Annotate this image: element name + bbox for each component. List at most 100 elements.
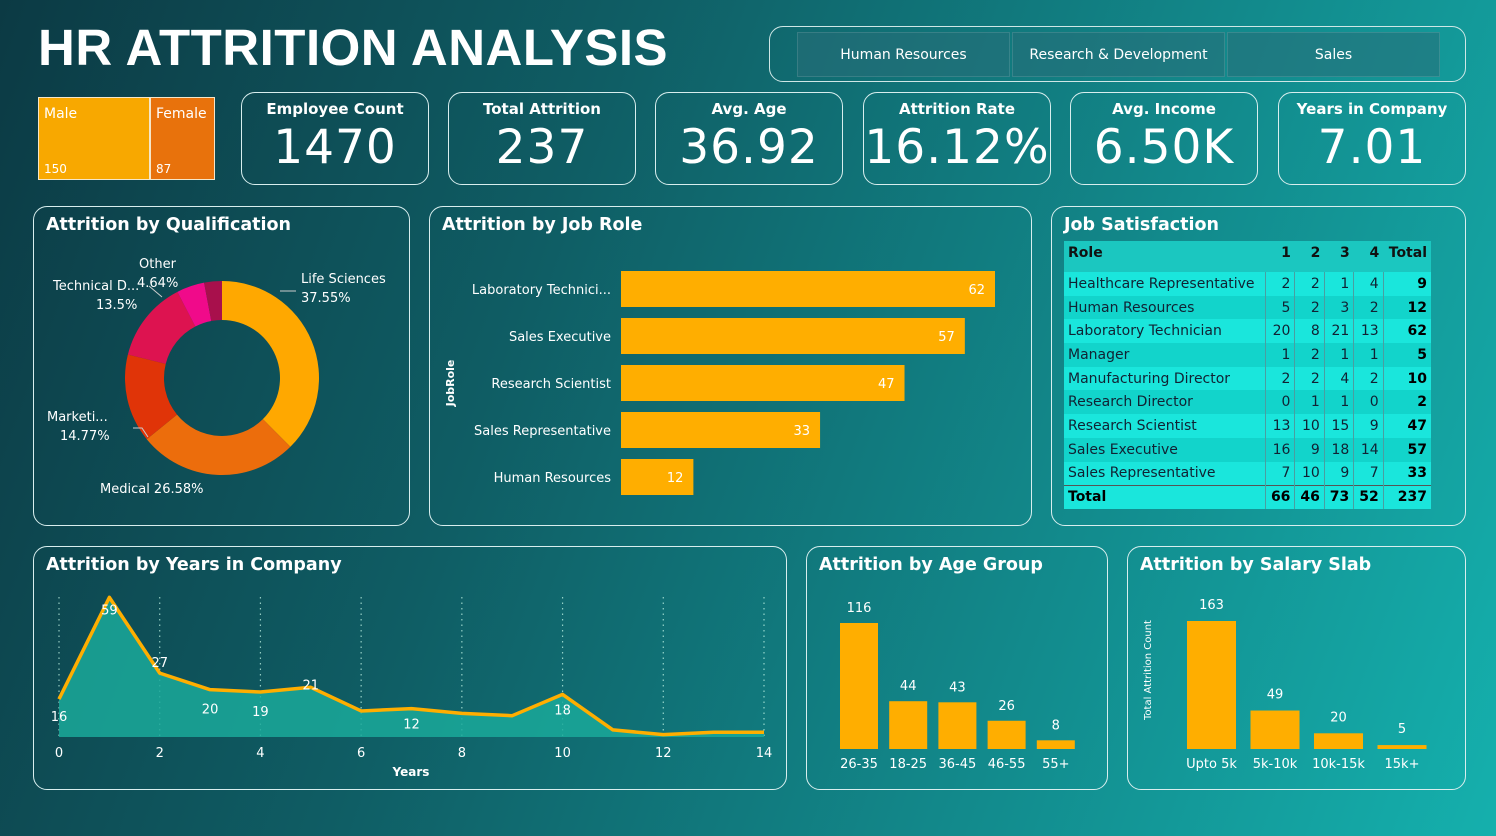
col-header-2[interactable]: 2 [1294,241,1325,272]
col-header-total[interactable]: Total [1383,241,1431,272]
kpi-card-avg-age: Avg. Age 36.92 [655,92,843,185]
job-satisfaction-title: Job Satisfaction [1064,215,1219,235]
salary-value-label: 49 [1267,688,1284,703]
job-role-bar-chart: JobRole Laboratory Technici... 62 Sales Ex… [444,271,995,495]
table-cell-role: Sales Executive [1064,437,1266,462]
table-cell-total: 9 [1382,272,1431,296]
table-cell: 4 [1353,272,1384,296]
table-total-cell: 237 [1382,484,1431,509]
job-role-bar[interactable] [621,271,995,307]
table-cell: 10 [1294,461,1325,486]
table-row: Human Resources 5 2 3 2 12 [1064,295,1431,320]
years-value-label: 16 [51,710,68,725]
col-header-4[interactable]: 4 [1353,241,1384,272]
salary-value-label: 5 [1398,722,1406,737]
salary-axis-label: Total Attrition Count [1143,620,1154,721]
table-row: Sales Executive 16 9 18 14 57 [1064,437,1431,462]
years-xtick-label: 6 [357,746,365,761]
table-cell: 18 [1323,437,1354,462]
gender-tile-male[interactable]: Male 150 [38,97,150,180]
age-group-bar[interactable] [1036,740,1075,749]
kpi-label: Employee Count [266,100,404,118]
table-cell: 9 [1323,461,1354,486]
years-value-label: 12 [403,718,420,733]
table-cell: 7 [1353,461,1384,486]
table-cell: 0 [1353,390,1384,415]
table-cell: 9 [1294,437,1325,462]
age-group-tick-label: 46-55 [988,757,1026,772]
table-cell: 13 [1353,319,1384,344]
years-xtick-label: 8 [458,746,466,761]
job-role-bar[interactable] [621,318,965,354]
kpi-value: 7.01 [1317,120,1427,175]
salary-bar[interactable] [1377,745,1427,749]
table-cell: 1 [1353,343,1384,367]
kpi-value: 6.50K [1093,120,1235,175]
kpi-label: Attrition Rate [898,100,1016,118]
table-cell-total: 10 [1382,366,1431,391]
age-group-bar[interactable] [840,623,878,749]
age-group-bar[interactable] [987,720,1026,749]
kpi-label: Years in Company [1296,100,1448,118]
salary-bar[interactable] [1314,733,1363,749]
label-marketing-pct: 14.77% [60,429,110,444]
table-cell-total: 62 [1382,319,1431,344]
years-xtick-label: 10 [554,746,571,761]
job-role-tick-label: Research Scientist [491,377,611,392]
salary-bar[interactable] [1250,710,1300,749]
salary-card: Attrition by Salary Slab Total Attrition… [1127,546,1466,790]
table-cell-role: Research Scientist [1064,414,1266,438]
years-value-label: 20 [202,703,219,718]
salary-tick-label: 10k-15k [1312,757,1365,772]
gender-tile-female[interactable]: Female 87 [150,97,215,180]
kpi-value: 16.12% [864,120,1050,175]
kpi-card-total-attrition: Total Attrition 237 [448,92,636,185]
age-group-value-label: 116 [847,601,872,616]
col-header-role[interactable]: Role [1064,241,1266,272]
label-technical: Technical D... [52,279,139,294]
table-cell-role: Manager [1064,343,1266,367]
table-cell: 1 [1323,343,1354,367]
salary-bar[interactable] [1187,621,1236,749]
table-cell: 9 [1353,414,1384,438]
table-cell-total: 5 [1382,343,1431,367]
table-row: Healthcare Representative 2 2 1 4 9 [1064,272,1431,296]
years-xtick-label: 12 [655,746,672,761]
kpi-card-years-in-company: Years in Company 7.01 [1278,92,1466,185]
label-life-sciences: Life Sciences [301,272,386,287]
job-role-tick-label: Sales Executive [509,330,611,345]
job-role-bar[interactable] [621,412,821,448]
table-cell: 2 [1294,366,1325,391]
table-cell: 2 [1294,272,1325,296]
label-medical: Medical 26.58% [100,482,204,497]
dept-button-rnd[interactable]: Research & Development [1012,32,1225,77]
dept-button-sales[interactable]: Sales [1227,32,1440,77]
age-group-tick-label: 18-25 [889,757,927,772]
table-cell-role: Manufacturing Director [1064,366,1266,391]
job-role-value-label: 57 [938,330,955,345]
salary-tick-label: 5k-10k [1253,757,1298,772]
salary-bar-chart: Total Attrition Count 163 Upto 5k 49 5k-10k… [1143,598,1427,772]
table-cell: 2 [1294,343,1325,367]
table-cell-role: Research Director [1064,390,1266,415]
table-cell: 16 [1264,437,1295,462]
years-xtick-label: 14 [756,746,773,761]
table-cell: 2 [1353,366,1384,391]
dept-button-human-resources[interactable]: Human Resources [797,32,1010,77]
col-header-3[interactable]: 3 [1324,241,1354,272]
age-group-value-label: 44 [900,679,917,694]
age-group-bar[interactable] [889,701,928,749]
kpi-label: Total Attrition [483,100,601,118]
age-group-value-label: 26 [998,699,1015,714]
table-cell-total: 33 [1382,461,1431,486]
gender-male-label: Male [44,106,78,122]
table-row: Manager 1 2 1 1 5 [1064,343,1431,367]
years-value-label: 19 [252,705,269,720]
table-total-cell: 66 [1264,484,1295,509]
gender-female-label: Female [156,106,207,122]
table-cell: 3 [1323,295,1354,320]
age-group-tick-label: 26-35 [840,757,878,772]
age-group-bar[interactable] [938,702,977,749]
job-role-bar[interactable] [621,365,905,401]
col-header-1[interactable]: 1 [1265,241,1295,272]
